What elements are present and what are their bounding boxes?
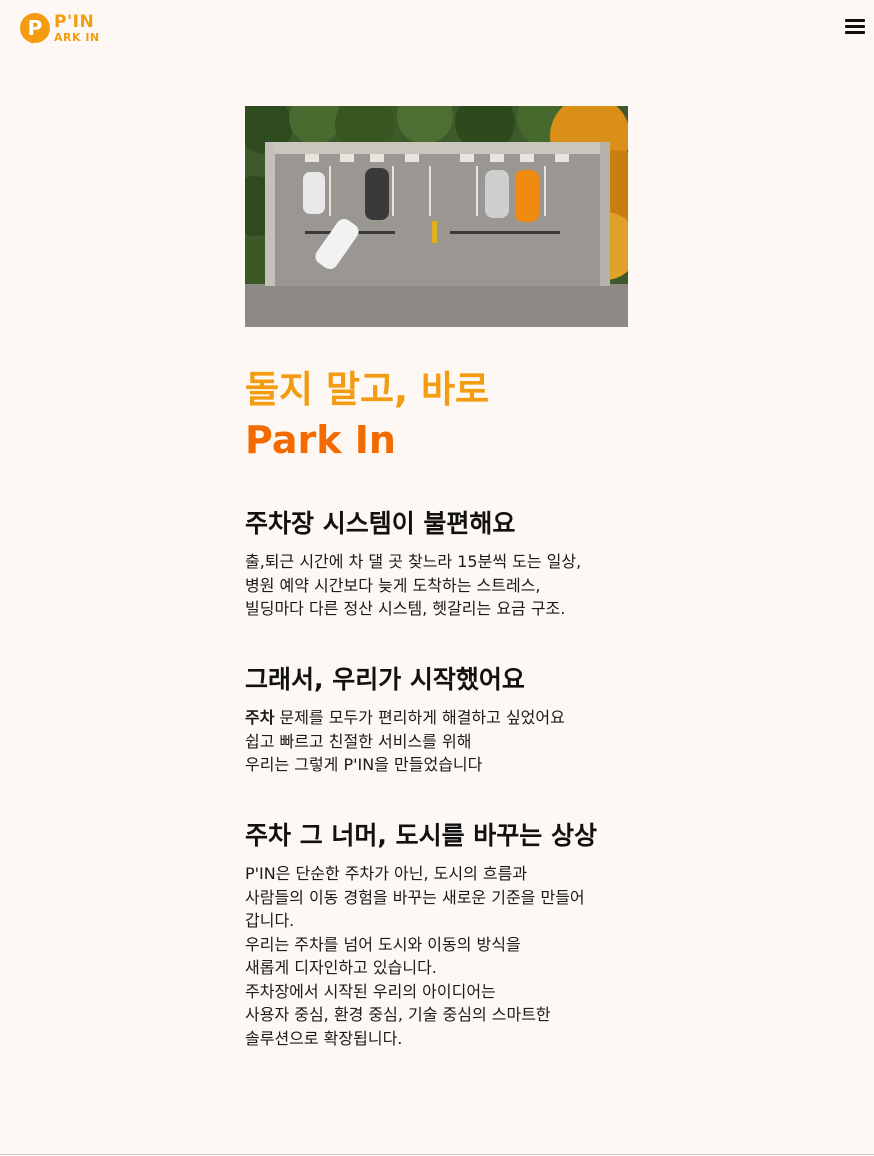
body-line: 빌딩마다 다른 정산 시스템, 헷갈리는 요금 구조. — [245, 599, 566, 618]
section-problem: 주차장 시스템이 불편해요 출,퇴근 시간에 차 댈 곳 찾느라 15분씩 도는… — [245, 508, 625, 621]
hamburger-menu-icon[interactable] — [843, 16, 867, 36]
logo-text-bottom: ARK IN — [54, 31, 100, 44]
body-line: 사람들의 이동 경험을 바꾸는 새로운 기준을 만들어 — [245, 887, 585, 907]
body-line: 우리는 그렇게 P'IN을 만들었습니다 — [245, 755, 483, 774]
section-body: 주차 문제를 모두가 편리하게 해결하고 싶었어요 쉽고 빠르고 친절한 서비스… — [245, 706, 625, 777]
menu-bar — [845, 31, 865, 34]
body-line: 쉽고 빠르고 친절한 서비스를 위해 — [245, 731, 472, 751]
body-line-rest: 문제를 모두가 편리하게 해결하고 싶었어요 — [274, 708, 565, 727]
section-body: 출,퇴근 시간에 차 댈 곳 찾느라 15분씩 도는 일상, 병원 예약 시간보… — [245, 550, 625, 621]
logo-text-top: P'IN — [54, 12, 95, 32]
body-line: 갑니다. — [245, 911, 295, 930]
headline-line-1: 돌지 말고, 바로 — [245, 368, 490, 411]
page-bottom-divider — [0, 1154, 874, 1155]
pin-logo[interactable]: P P'IN ARK IN — [20, 12, 108, 46]
section-start: 그래서, 우리가 시작했어요 주차 문제를 모두가 편리하게 해결하고 싶었어요… — [245, 664, 625, 777]
body-emphasis: 주차 — [245, 708, 275, 727]
headline-line-2: Park In — [245, 418, 396, 462]
body-line: 출,퇴근 시간에 차 댈 곳 찾느라 15분씩 도는 일상, — [245, 552, 582, 571]
body-line: 솔루션으로 확장됩니다. — [245, 1028, 403, 1048]
parking-lot-illustration — [245, 106, 628, 327]
section-body: P'IN은 단순한 주차가 아닌, 도시의 흐름과 사람들의 이동 경험을 바꾸… — [245, 862, 625, 1050]
hero-parking-image — [245, 106, 628, 327]
hero-headline: 돌지 말고, 바로 Park In — [245, 365, 489, 465]
body-line: 사용자 중심, 환경 중심, 기술 중심의 스마트한 — [245, 1005, 551, 1024]
body-line: 주차장에서 시작된 우리의 아이디어는 — [245, 981, 496, 1001]
section-title: 주차 그 너머, 도시를 바꾸는 상상 — [245, 821, 598, 850]
section-title: 주차장 시스템이 불편해요 — [245, 509, 516, 538]
menu-bar — [845, 19, 865, 22]
body-line: P'IN은 단순한 주차가 아닌, 도시의 흐름과 — [245, 864, 528, 883]
body-line: 병원 예약 시간보다 늦게 도착하는 스트레스, — [245, 575, 541, 595]
body-line: 우리는 주차를 넘어 도시와 이동의 방식을 — [245, 934, 521, 954]
body-line: 새롭게 디자인하고 있습니다. — [245, 958, 437, 977]
logo-pin-icon — [26, 36, 38, 44]
section-vision: 주차 그 너머, 도시를 바꾸는 상상 P'IN은 단순한 주차가 아닌, 도시… — [245, 820, 625, 1050]
body-line-first: 주차 문제를 모두가 편리하게 해결하고 싶었어요 — [245, 706, 625, 730]
section-title: 그래서, 우리가 시작했어요 — [245, 665, 525, 694]
menu-bar — [845, 25, 865, 28]
